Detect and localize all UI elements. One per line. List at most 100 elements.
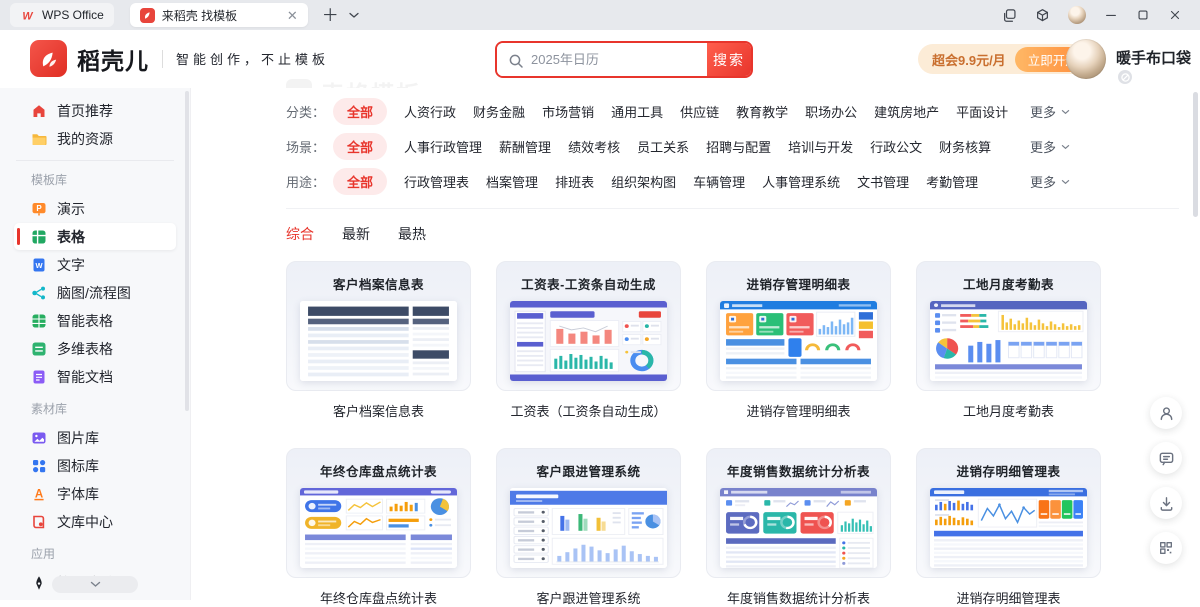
font-icon: A <box>31 486 47 502</box>
filter-option[interactable]: 全部 <box>333 133 387 160</box>
template-thumbnail: 年度销售数据统计分析表 <box>706 448 891 578</box>
sidebar-scrollbar[interactable] <box>185 91 189 411</box>
filter-option[interactable]: 排班表 <box>555 172 594 191</box>
filter-option[interactable]: 考勤管理 <box>926 172 978 191</box>
search-input[interactable] <box>497 43 707 76</box>
sidebar-item-spreadsheet[interactable]: 表格 <box>14 223 176 250</box>
filter-option[interactable]: 组织架构图 <box>611 172 676 191</box>
template-card[interactable]: 客户档案信息表 <box>286 261 471 420</box>
filter-option[interactable]: 供应链 <box>680 102 719 121</box>
filter-option[interactable]: 文书管理 <box>857 172 909 191</box>
filter-option[interactable]: 绩效考核 <box>568 137 620 156</box>
filter-option[interactable]: 车辆管理 <box>693 172 745 191</box>
member-badge-icon[interactable] <box>1118 70 1132 84</box>
layers-icon[interactable] <box>1002 8 1017 23</box>
template-title[interactable]: 进销存明细管理表 <box>916 588 1101 607</box>
sidebar-item-smart-sheet[interactable]: 智能表格 <box>14 307 176 334</box>
qrcode-fab[interactable] <box>1150 532 1182 564</box>
template-card[interactable]: 工资表-工资条自动生成 <box>496 261 681 420</box>
sidebar-item-document[interactable]: W 文字 <box>14 251 176 278</box>
filter-option[interactable]: 市场营销 <box>542 102 594 121</box>
sort-tab-newest[interactable]: 最新 <box>342 224 370 244</box>
template-title[interactable]: 工资表（工资条自动生成） <box>496 401 681 420</box>
titlebar-avatar[interactable] <box>1068 6 1086 24</box>
tab-wps-office[interactable]: W WPS Office <box>10 3 114 27</box>
filter-option[interactable]: 人事行政管理 <box>404 137 482 156</box>
template-title[interactable]: 年终仓库盘点统计表 <box>286 588 471 607</box>
sidebar-item-font-library[interactable]: A 字体库 <box>14 480 176 507</box>
template-title[interactable]: 客户档案信息表 <box>286 401 471 420</box>
filter-row-scenario: 场景： 全部人事行政管理薪酬管理绩效考核员工关系招聘与配置培训与开发行政公文财务… <box>191 129 1200 164</box>
filter-option[interactable]: 人事管理系统 <box>762 172 840 191</box>
more-button[interactable]: 更多 <box>1030 137 1070 156</box>
tab-docer-active[interactable]: 来稻壳 找模板 ✕ <box>130 3 308 27</box>
workspace-icon[interactable] <box>1035 8 1050 23</box>
user-avatar[interactable] <box>1066 39 1106 79</box>
maximize-icon[interactable] <box>1136 8 1150 22</box>
sidebar-item-home[interactable]: 首页推荐 <box>14 97 176 124</box>
new-tab-icon[interactable]: ＋ <box>322 7 339 24</box>
docer-brand[interactable]: 稻壳儿 智能创作，不止模板 <box>30 40 329 77</box>
tab-list-chevron-icon[interactable] <box>349 12 359 19</box>
template-title[interactable]: 客户跟进管理系统 <box>496 588 681 607</box>
filter-option[interactable]: 员工关系 <box>637 137 689 156</box>
filter-option[interactable]: 培训与开发 <box>788 137 853 156</box>
sidebar-item-multidim-sheet[interactable]: 多维表格 <box>14 335 176 362</box>
search-button[interactable]: 搜索 <box>707 43 751 76</box>
sort-tab-hottest[interactable]: 最热 <box>398 224 426 244</box>
template-thumbnail: 工地月度考勤表 <box>916 261 1101 391</box>
image-icon <box>31 430 47 446</box>
tab-wps-label: WPS Office <box>42 8 104 22</box>
filter-label: 用途： <box>286 172 325 191</box>
more-button[interactable]: 更多 <box>1030 172 1070 191</box>
sidebar-section-apps: 应用 <box>31 545 190 562</box>
filter-option[interactable]: 平面设计 <box>956 102 1008 121</box>
filter-option[interactable]: 职场办公 <box>805 102 857 121</box>
filter-option[interactable]: 通用工具 <box>611 102 663 121</box>
sidebar-item-smart-doc[interactable]: 智能文档 <box>14 363 176 390</box>
close-icon[interactable] <box>1168 8 1182 22</box>
filter-option[interactable]: 招聘与配置 <box>706 137 771 156</box>
profile-fab[interactable] <box>1150 397 1182 429</box>
filter-option[interactable]: 教育教学 <box>736 102 788 121</box>
template-card[interactable]: 工地月度考勤表 <box>916 261 1101 420</box>
brand-name: 稻壳儿 <box>77 42 149 76</box>
template-card[interactable]: 年度销售数据统计分析表 <box>706 448 891 607</box>
filter-option[interactable]: 档案管理 <box>486 172 538 191</box>
docer-favicon <box>140 8 155 23</box>
template-card[interactable]: 客户跟进管理系统 <box>496 448 681 607</box>
filter-option[interactable]: 建筑房地产 <box>874 102 939 121</box>
docs-center-icon <box>31 514 47 530</box>
filter-option[interactable]: 行政管理表 <box>404 172 469 191</box>
more-button[interactable]: 更多 <box>1030 102 1070 121</box>
tab-close-icon[interactable]: ✕ <box>287 9 298 22</box>
sidebar-item-presentation[interactable]: P 演示 <box>14 195 176 222</box>
filter-option[interactable]: 财务金融 <box>473 102 525 121</box>
filter-option[interactable]: 薪酬管理 <box>499 137 551 156</box>
sidebar-item-icon-library[interactable]: 图标库 <box>14 452 176 479</box>
filter-option[interactable]: 财务核算 <box>939 137 991 156</box>
template-title[interactable]: 年度销售数据统计分析表 <box>706 588 891 607</box>
minimize-icon[interactable] <box>1104 8 1118 22</box>
template-card[interactable]: 进销存明细管理表 <box>916 448 1101 607</box>
sidebar-collapse-button[interactable] <box>52 576 138 593</box>
sidebar-item-my-resources[interactable]: 我的资源 <box>14 125 176 152</box>
sidebar-item-label: 文字 <box>57 255 85 275</box>
template-card[interactable]: 进销存管理明细表 <box>706 261 891 420</box>
filter-options-category: 全部人资行政财务金融市场营销通用工具供应链教育教学职场办公建筑房地产平面设计 <box>333 98 1008 125</box>
thumbnail-title: 工资表-工资条自动生成 <box>497 274 680 293</box>
page-scrollbar[interactable] <box>1193 92 1198 217</box>
template-title[interactable]: 工地月度考勤表 <box>916 401 1101 420</box>
template-card[interactable]: 年终仓库盘点统计表 <box>286 448 471 607</box>
filter-option[interactable]: 人资行政 <box>404 102 456 121</box>
filter-option[interactable]: 全部 <box>333 98 387 125</box>
filter-option[interactable]: 行政公文 <box>870 137 922 156</box>
sort-tab-comprehensive[interactable]: 综合 <box>286 224 314 244</box>
feedback-fab[interactable] <box>1150 442 1182 474</box>
download-fab[interactable] <box>1150 487 1182 519</box>
filter-option[interactable]: 全部 <box>333 168 387 195</box>
sidebar-item-mindmap[interactable]: 脑图/流程图 <box>14 279 176 306</box>
sidebar-item-docs-center[interactable]: 文库中心 <box>14 508 176 535</box>
template-title[interactable]: 进销存管理明细表 <box>706 401 891 420</box>
sidebar-item-image-library[interactable]: 图片库 <box>14 424 176 451</box>
